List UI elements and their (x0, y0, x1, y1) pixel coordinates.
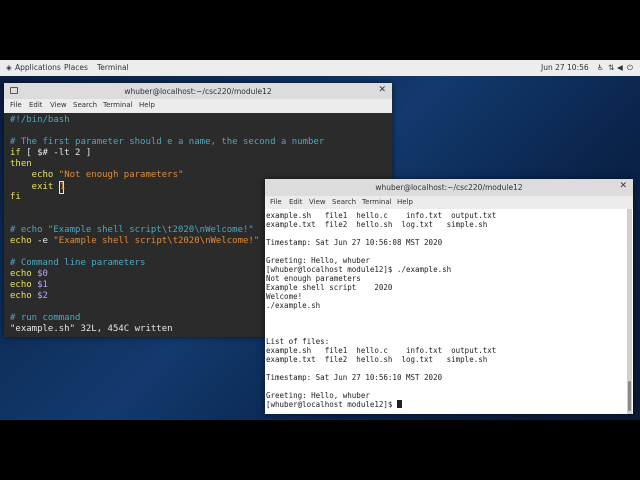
code-line: #!/bin/bash (10, 115, 70, 125)
letterbox-bottom (0, 420, 640, 480)
output-line: example.txt file2 hello.sh log.txt simpl… (266, 355, 488, 364)
output-line: Greeting: Hello, whuber (266, 391, 370, 400)
close-icon[interactable]: ✕ (619, 181, 627, 191)
vim-status-line: "example.sh" 32L, 454C written (10, 324, 173, 334)
vim-window-titlebar[interactable]: whuber@localhost:~/csc220/module12 ✕ (4, 83, 392, 99)
output-line: Example shell script 2020 (266, 283, 393, 292)
vim-window-menubar: File Edit View Search Terminal Help (4, 99, 392, 113)
menu-edit[interactable]: Edit (289, 198, 303, 206)
output-line: example.sh file1 hello.c info.txt output… (266, 211, 497, 220)
menu-search[interactable]: Search (73, 101, 97, 109)
code-line: if [ $# -lt 2 ] (10, 148, 92, 158)
power-icon[interactable]: ⏻ (627, 63, 633, 73)
code-line: echo $1 (10, 280, 48, 290)
code-line: echo $0 (10, 269, 48, 279)
close-icon[interactable]: ✕ (378, 85, 386, 95)
applications-icon: ◈ (6, 63, 12, 72)
vim-window-title: whuber@localhost:~/csc220/module12 (124, 87, 272, 96)
code-line: then (10, 159, 32, 169)
vim-cursor: 1 (58, 181, 66, 194)
output-line: Greeting: Hello, whuber (266, 256, 370, 265)
top-panel: ◈ Applications Places Terminal Jun 27 10… (0, 60, 640, 76)
clock[interactable]: Jun 27 10:56 (541, 63, 589, 72)
terminal-app-menu[interactable]: Terminal (97, 63, 129, 72)
shell-window-title: whuber@localhost:~/csc220/module12 (375, 183, 523, 192)
output-line: Welcome! (266, 292, 303, 301)
output-line: Timestamp: Sat Jun 27 10:56:08 MST 2020 (266, 238, 443, 247)
code-line: echo "Not enough parameters" (10, 170, 184, 180)
menu-view[interactable]: View (50, 101, 67, 109)
applications-menu[interactable]: Applications (15, 63, 61, 72)
volume-icon[interactable]: ◀ (617, 63, 623, 72)
menu-help[interactable]: Help (397, 198, 413, 206)
code-line: # run command (10, 313, 81, 323)
code-line: echo $2 (10, 291, 48, 301)
code-line: echo -e "Example shell script\t2020\nWel… (10, 236, 260, 246)
output-line: [whuber@localhost module12]$ ./example.s… (266, 265, 452, 274)
menu-terminal[interactable]: Terminal (362, 198, 392, 206)
code-line: # Command line parameters (10, 258, 146, 268)
output-line: Not enough parameters (266, 274, 361, 283)
code-line: fi (10, 192, 21, 202)
output-line: example.txt file2 hello.sh log.txt simpl… (266, 220, 488, 229)
scrollbar-thumb[interactable] (628, 381, 631, 411)
shell-scrollbar[interactable] (627, 209, 632, 414)
shell-window-menubar: File Edit View Search Terminal Help (265, 196, 633, 209)
menu-view[interactable]: View (309, 198, 326, 206)
output-line: List of files: (266, 337, 330, 346)
menu-edit[interactable]: Edit (29, 101, 43, 109)
prompt-line: [whuber@localhost module12]$ (266, 400, 402, 409)
menu-terminal[interactable]: Terminal (103, 101, 133, 109)
output-line: example.sh file1 hello.c info.txt output… (266, 346, 497, 355)
shell-output[interactable]: example.sh file1 hello.c info.txt output… (265, 209, 625, 414)
output-line: ./example.sh (266, 301, 321, 310)
output-line: Timestamp: Sat Jun 27 10:56:10 MST 2020 (266, 373, 443, 382)
menu-file[interactable]: File (270, 198, 282, 206)
text-cursor (396, 400, 402, 408)
places-menu[interactable]: Places (64, 63, 88, 72)
code-line: # The first parameter should e a name, t… (10, 137, 325, 147)
menu-search[interactable]: Search (332, 198, 356, 206)
shell-terminal-window[interactable]: whuber@localhost:~/csc220/module12 ✕ Fil… (265, 179, 633, 414)
menu-file[interactable]: File (10, 101, 22, 109)
shell-window-titlebar[interactable]: whuber@localhost:~/csc220/module12 ✕ (265, 179, 633, 196)
accessibility-icon[interactable]: ♿ (597, 63, 604, 72)
code-line: # echo "Example shell script\t2020\nWelc… (10, 225, 254, 235)
letterbox-top (0, 0, 640, 60)
network-icon[interactable]: ⇅ (608, 63, 614, 72)
menu-help[interactable]: Help (139, 101, 155, 109)
